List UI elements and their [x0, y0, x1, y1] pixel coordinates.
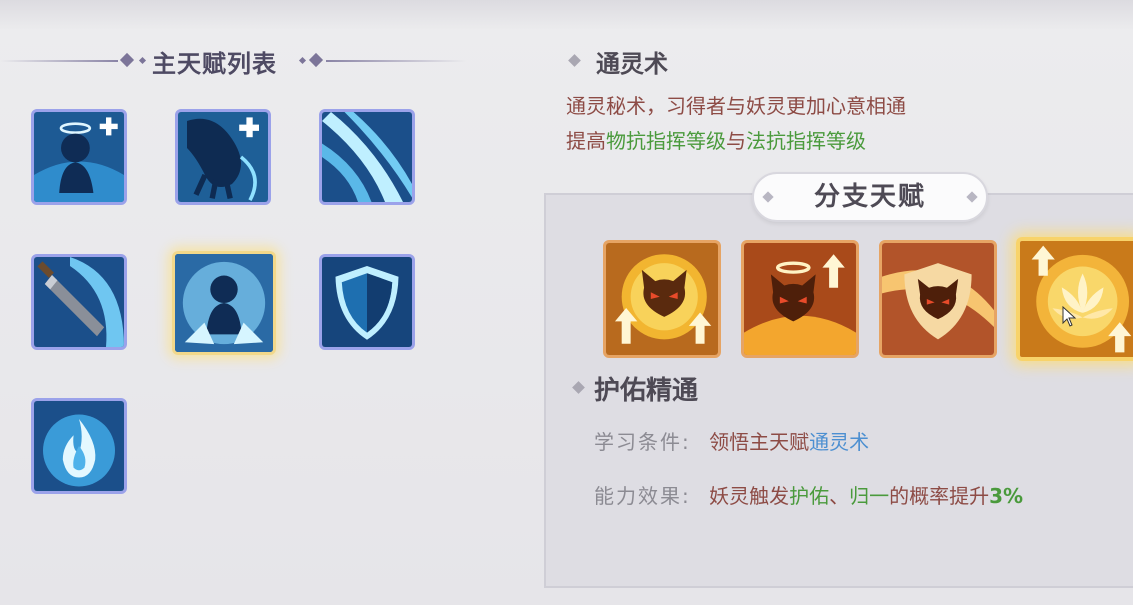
- talent-slot-3[interactable]: [319, 109, 415, 205]
- cat-halo-up-icon: [744, 243, 856, 355]
- effect-prefix: 妖灵触发: [709, 484, 790, 508]
- header-dot-left: [138, 56, 147, 65]
- effect-separator: 、: [829, 484, 850, 508]
- lotus-up-icon: [1020, 241, 1133, 357]
- main-talent-list-header: 主天赋列表: [0, 40, 470, 80]
- talent-slot-6[interactable]: [319, 254, 415, 350]
- header-line-right: [326, 60, 466, 62]
- mouse-cursor-icon: [1062, 305, 1078, 332]
- branch-slot-2[interactable]: [741, 240, 859, 358]
- desc2-prefix: 提高: [566, 129, 606, 153]
- effect-value: 3%: [989, 484, 1024, 508]
- talent-slot-2[interactable]: [175, 109, 271, 205]
- skill-title: 护佑精通: [594, 376, 699, 406]
- desc2-highlight-1: 物抗指挥等级: [606, 129, 726, 153]
- cat-shield-swirl-icon: [882, 243, 994, 355]
- branch-slot-1[interactable]: [603, 240, 721, 358]
- learn-condition-prefix: 领悟主天赋: [709, 430, 810, 454]
- detail-description-line1: 通灵秘术，习得者与妖灵更加心意相通: [566, 94, 906, 118]
- branch-slot-3[interactable]: [879, 240, 997, 358]
- shield-icon: [322, 257, 412, 347]
- talent-slot-7[interactable]: [31, 398, 127, 494]
- talent-slot-1[interactable]: [31, 109, 127, 205]
- summon-spirit-icon: [175, 254, 273, 352]
- effect-mid: 的概率提升: [889, 484, 990, 508]
- main-talent-list-title: 主天赋列表: [152, 50, 277, 78]
- header-diamond-right: [308, 52, 324, 68]
- branch-title: 分支天赋: [813, 182, 926, 212]
- angel-spirit-plus-icon: [34, 112, 124, 202]
- branch-title-banner: 分支天赋: [752, 172, 988, 222]
- effect-highlight-2: 归一: [849, 484, 890, 508]
- header-dot-right: [298, 56, 307, 65]
- wind-slash-icon: [322, 112, 412, 202]
- effect-row: 能力效果: 妖灵触发护佑、归一的概率提升3%: [594, 480, 1023, 509]
- claw-plus-icon: [178, 112, 268, 202]
- effect-highlight-1: 护佑: [789, 484, 830, 508]
- header-diamond-left: [119, 52, 135, 68]
- talent-slot-5-selected[interactable]: [172, 251, 276, 355]
- blue-flame-icon: [34, 401, 124, 491]
- learn-condition-link[interactable]: 通灵术: [809, 430, 869, 454]
- desc2-highlight-2: 法抗指挥等级: [746, 129, 866, 153]
- learn-condition-row: 学习条件: 领悟主天赋通灵术: [594, 426, 869, 455]
- sword-icon: [34, 257, 124, 347]
- detail-title: 通灵术: [596, 50, 668, 78]
- desc2-mid: 与: [726, 129, 746, 153]
- detail-description-line2: 提高物抗指挥等级与法抗指挥等级: [566, 125, 866, 154]
- cat-orb-up-icon: [606, 243, 718, 355]
- branch-slot-4-selected[interactable]: [1016, 237, 1133, 361]
- effect-label: 能力效果:: [594, 484, 691, 508]
- learn-condition-label: 学习条件:: [594, 430, 691, 454]
- header-line-left: [0, 60, 118, 62]
- talent-slot-4[interactable]: [31, 254, 127, 350]
- title-diamond-icon: [568, 54, 581, 67]
- top-backdrop: [0, 0, 1133, 30]
